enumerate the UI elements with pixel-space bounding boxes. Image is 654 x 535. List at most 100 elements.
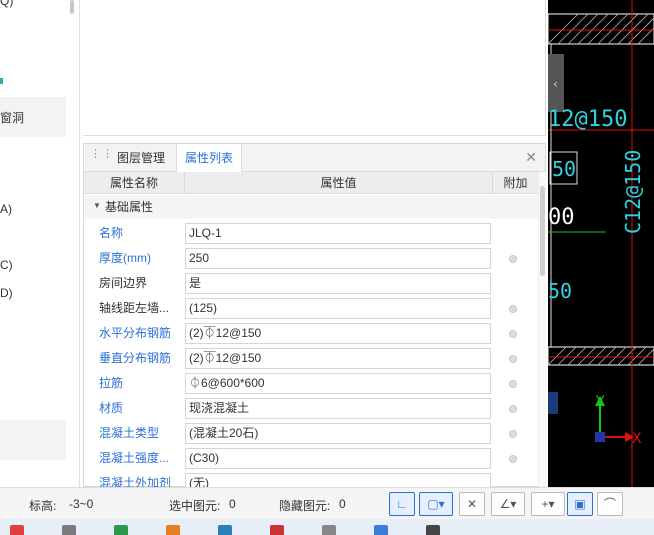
taskbar-app-icon[interactable] [114,525,128,535]
property-value-field[interactable]: (无) [185,473,491,487]
property-rows: 名称 JLQ-1 厚度(mm) 250 房间边界是轴线距左墙... (125) 水平分布钢筋… [84,221,538,487]
property-name: 材质 [99,401,124,415]
drag-handle-icon[interactable]: ⋮⋮ [90,149,113,165]
axis-y-label: Y [595,394,605,410]
tree-item-selected[interactable]: 窗洞 [0,97,66,137]
elevation-value: -3~0 [69,497,94,511]
extra-checkbox[interactable] [509,405,517,413]
cad-label: 50 [548,279,572,303]
property-table-header: 属性名称 属性值 附加 [84,172,538,194]
os-taskbar [0,519,654,535]
hidden-count-value: 0 [339,497,346,511]
taskbar-app-icon[interactable] [270,525,284,535]
tab-layer-manager[interactable]: 图层管理 [109,144,173,172]
ortho-icon: ∟ [396,497,408,511]
axis-origin [595,432,605,442]
cad-label: 00 [548,205,575,230]
panel-tabbar: ⋮⋮ 图层管理 属性列表 ✕ [84,144,545,172]
property-value-field[interactable]: (125) [185,298,491,319]
property-row[interactable]: 房间边界 是 [84,271,538,296]
taskbar-app-icon[interactable] [166,525,180,535]
cad-label-vertical: C12@150 [621,150,645,234]
extra-checkbox[interactable] [509,380,517,388]
group-basic-properties[interactable]: ▼ 基础属性 [84,195,538,219]
property-name: 名称 [99,226,124,240]
extra-checkbox[interactable] [509,255,517,263]
property-value-field[interactable]: (2)⏁12@150 [185,323,491,344]
taskbar-app-icon[interactable] [374,525,388,535]
tree-item[interactable]: C) [0,258,13,272]
taskbar-app-icon[interactable] [426,525,440,535]
collapse-arrow-icon[interactable]: ▼ [93,201,101,210]
display-icon: ▣ [574,497,586,511]
property-value-field[interactable]: (C30) [185,448,491,469]
view-area-blank [83,0,546,136]
curve-icon: ⌒ [603,497,616,511]
property-value-field[interactable]: (2)⏁12@150 [185,348,491,369]
property-row[interactable]: 拉筋 ⏀6@600*600 [84,371,538,396]
curve-button[interactable]: ⌒ [597,492,623,516]
property-row[interactable]: 材质 现浇混凝土 [84,396,538,421]
insert-point-button[interactable]: +▾ [531,492,565,516]
property-value-field[interactable]: 是 [185,273,491,294]
property-scrollbar[interactable] [538,172,546,487]
wall-hatch-top [548,13,654,45]
extra-checkbox[interactable] [509,355,517,363]
extra-checkbox[interactable] [509,455,517,463]
property-name: 水平分布钢筋 [99,326,172,340]
property-name: 混凝土外加剂 [99,476,172,487]
property-row[interactable]: 名称 JLQ-1 [84,221,538,246]
taskbar-app-icon[interactable] [218,525,232,535]
tree-marker [0,78,3,84]
tree-item[interactable]: A) [0,202,12,216]
group-label: 基础属性 [105,200,154,214]
display-toggle-button[interactable]: ▣ [567,492,593,516]
cad-canvas[interactable]: ‹ 12@150 50 00 50 C12@150 Y X [548,0,654,487]
property-name: 拉筋 [99,376,124,390]
extra-checkbox[interactable] [509,330,517,338]
ortho-mode-button[interactable]: ∟ [389,492,415,516]
extra-checkbox[interactable] [509,430,517,438]
property-name: 厚度(mm) [99,251,151,265]
property-panel: ⋮⋮ 图层管理 属性列表 ✕ 属性名称 属性值 附加 ▼ 基础属性 名称 JLQ-… [83,143,546,487]
property-value-field[interactable]: ⏀6@600*600 [185,373,491,394]
extra-checkbox[interactable] [509,305,517,313]
header-extra: 附加 [503,176,528,190]
property-name: 垂直分布钢筋 [99,351,172,365]
tree-item-group[interactable] [0,420,66,460]
property-row[interactable]: 轴线距左墙... (125) [84,296,538,321]
cross-select-button[interactable]: ✕ [459,492,485,516]
property-name: 混凝土类型 [99,426,160,440]
tree-item[interactable]: D) [0,286,13,300]
taskbar-app-icon[interactable] [322,525,336,535]
property-row[interactable]: 厚度(mm) 250 [84,246,538,271]
taskbar-app-icon[interactable] [10,525,24,535]
tree-scrollbar[interactable] [70,0,74,14]
status-bar: 标高: -3~0 选中图元: 0 隐藏图元: 0 ∟ ▢▾ ✕ ∠▾ +▾ ▣ … [0,487,654,519]
property-name: 轴线距左墙... [99,301,170,315]
chevron-left-icon[interactable]: ‹ [553,77,558,91]
cad-label: 50 [552,157,576,181]
model-tree-panel: Q) 窗洞 A) C) D) [0,0,80,487]
snap-mode-button[interactable]: ▢▾ [419,492,453,516]
property-value-field[interactable]: 现浇混凝土 [185,398,491,419]
property-value-field[interactable]: (混凝土20石) [185,423,491,444]
insert-point-icon: +▾ [541,497,555,511]
property-row[interactable]: 混凝土强度... (C30) [84,446,538,471]
header-property-value: 属性值 [185,172,493,194]
property-row[interactable]: 垂直分布钢筋 (2)⏁12@150 [84,346,538,371]
selected-count-value: 0 [229,497,236,511]
tree-item[interactable]: Q) [0,0,13,8]
property-value-field[interactable]: JLQ-1 [185,223,491,244]
selected-count-label: 选中图元: [169,499,221,513]
close-icon[interactable]: ✕ [525,149,537,166]
property-value-field[interactable]: 250 [185,248,491,269]
tab-property-list[interactable]: 属性列表 [176,144,243,172]
angle-button[interactable]: ∠▾ [491,492,525,516]
property-row[interactable]: 混凝土类型 (混凝土20石) [84,421,538,446]
property-row[interactable]: 混凝土外加剂 (无) [84,471,538,487]
taskbar-app-icon[interactable] [62,525,76,535]
scrollbar-thumb[interactable] [540,186,545,276]
view-marker [548,392,558,414]
property-row[interactable]: 水平分布钢筋 (2)⏁12@150 [84,321,538,346]
